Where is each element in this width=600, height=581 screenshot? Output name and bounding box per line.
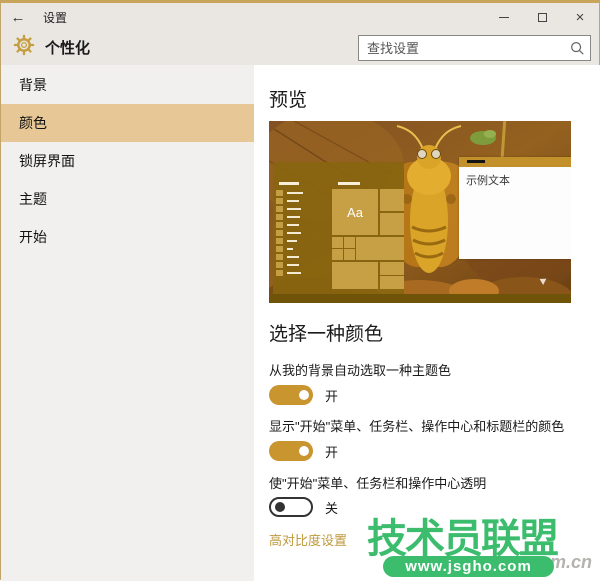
sidebar-item-themes[interactable]: 主题 (1, 180, 254, 218)
preview-tile-grid: Aa (332, 189, 404, 289)
maximize-icon (538, 13, 547, 22)
preview-sample-text: 示例文本 (459, 167, 571, 259)
minimize-icon (499, 17, 509, 18)
back-button[interactable]: ← (1, 9, 35, 26)
toggle-knob (275, 502, 285, 512)
preview-app-list (276, 189, 316, 277)
sidebar-item-start[interactable]: 开始 (1, 218, 254, 256)
show-color-label: 显示"开始"菜单、任务栏、操作中心和标题栏的颜色 (269, 416, 564, 435)
preview-window-titlebar (459, 157, 571, 167)
maximize-button[interactable] (523, 3, 561, 31)
sidebar-item-lockscreen[interactable]: 锁屏界面 (1, 142, 254, 180)
show-color-state: 开 (325, 442, 338, 461)
close-button[interactable]: × (561, 3, 599, 31)
auto-accent-toggle[interactable] (269, 385, 313, 405)
title-bar: ← 设置 × (1, 3, 599, 31)
window-title: 设置 (43, 9, 67, 26)
toggle-knob (299, 446, 309, 456)
high-contrast-link[interactable]: 高对比度设置 (269, 530, 347, 549)
preview-menu-dash (279, 182, 299, 185)
search-icon[interactable] (569, 40, 585, 61)
sidebar-item-colors[interactable]: 颜色 (1, 104, 254, 142)
preview-taskbar (269, 294, 571, 303)
settings-gear-icon (13, 34, 35, 61)
page-header: 个性化 (1, 31, 599, 65)
preview-image: Aa 示例文本 (269, 121, 571, 303)
preview-window-dash (467, 160, 485, 163)
page-title: 个性化 (45, 37, 90, 58)
preview-tile-aa: Aa (332, 189, 378, 235)
show-color-toggle-row: 开 (269, 441, 338, 461)
sidebar-item-background[interactable]: 背景 (1, 66, 254, 104)
show-color-toggle[interactable] (269, 441, 313, 461)
choose-color-heading: 选择一种颜色 (269, 319, 383, 346)
sidebar: 背景 颜色 锁屏界面 主题 开始 (1, 65, 254, 581)
auto-accent-toggle-row: 开 (269, 385, 338, 405)
preview-heading: 预览 (269, 85, 307, 112)
toggle-knob (299, 390, 309, 400)
transparency-toggle-row: 关 (269, 497, 338, 517)
transparency-label: 使"开始"菜单、任务栏和操作中心透明 (269, 473, 486, 492)
auto-accent-label: 从我的背景自动选取一种主题色 (269, 360, 451, 379)
search-box (358, 35, 591, 61)
minimize-button[interactable] (485, 3, 523, 31)
window-controls: × (485, 3, 599, 31)
main-content: 预览 (254, 65, 600, 581)
transparency-toggle[interactable] (269, 497, 313, 517)
preview-tiles-dash (338, 182, 360, 185)
preview-sample-window: 示例文本 (459, 157, 571, 259)
transparency-state: 关 (325, 498, 338, 517)
search-input[interactable] (358, 35, 591, 61)
auto-accent-state: 开 (325, 386, 338, 405)
preview-start-menu: Aa (273, 162, 404, 294)
settings-window: ← 设置 × (0, 0, 600, 580)
